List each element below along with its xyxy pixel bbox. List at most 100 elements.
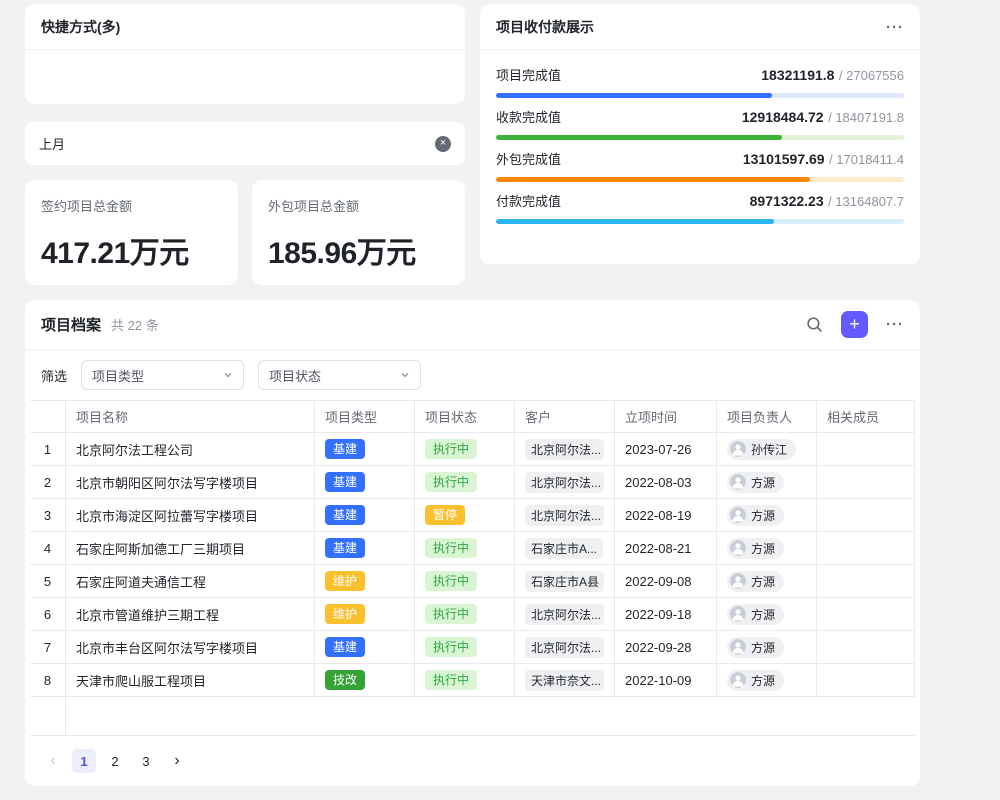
owner-cell[interactable]: 方源	[717, 631, 817, 664]
date-cell[interactable]: 2023-07-26	[615, 433, 717, 466]
table-row[interactable]: 2 北京市朝阳区阿尔法写字楼项目 基建 执行中 北京阿尔法... 2022-08…	[30, 466, 915, 499]
table-row[interactable]: 7 北京市丰台区阿尔法写字楼项目 基建 执行中 北京阿尔法... 2022-09…	[30, 631, 915, 664]
progress-label: 外包完成值	[496, 149, 561, 168]
project-type-cell[interactable]: 技改	[315, 664, 415, 697]
project-status-cell[interactable]: 执行中	[415, 664, 515, 697]
project-status-cell[interactable]: 执行中	[415, 598, 515, 631]
date-filter-bar[interactable]: 上月 ×	[25, 122, 465, 165]
empty-row[interactable]	[30, 697, 915, 736]
members-cell[interactable]	[817, 532, 915, 565]
customer-cell[interactable]: 石家庄市A县	[515, 565, 615, 598]
date-cell[interactable]: 2022-09-18	[615, 598, 717, 631]
customer-chip: 石家庄市A...	[525, 538, 603, 559]
project-name-cell[interactable]: 北京阿尔法工程公司	[66, 433, 315, 466]
progress-label: 收款完成值	[496, 107, 561, 126]
table-row[interactable]: 5 石家庄阿道夫通信工程 维护 执行中 石家庄市A县 2022-09-08 方源	[30, 565, 915, 598]
date-cell[interactable]: 2022-09-28	[615, 631, 717, 664]
shortcuts-title: 快捷方式(多)	[41, 17, 120, 37]
progress-track	[496, 219, 904, 224]
pagination-prev-icon[interactable]: ‹	[41, 749, 65, 773]
status-badge: 执行中	[425, 538, 477, 558]
search-icon[interactable]	[806, 316, 823, 333]
owner-cell[interactable]: 方源	[717, 499, 817, 532]
progress-value: 8971322.23	[750, 193, 824, 209]
project-name-cell[interactable]: 北京市丰台区阿尔法写字楼项目	[66, 631, 315, 664]
project-status-cell[interactable]: 执行中	[415, 532, 515, 565]
customer-cell[interactable]: 北京阿尔法...	[515, 631, 615, 664]
page-button-2[interactable]: 2	[103, 749, 127, 773]
progress-fill	[496, 177, 810, 182]
customer-cell[interactable]: 天津市奈文...	[515, 664, 615, 697]
progress-track	[496, 177, 904, 182]
row-index: 4	[30, 532, 66, 565]
members-cell[interactable]	[817, 433, 915, 466]
page-button-3[interactable]: 3	[134, 749, 158, 773]
customer-cell[interactable]: 石家庄市A...	[515, 532, 615, 565]
table-row[interactable]: 6 北京市管道维护三期工程 维护 执行中 北京阿尔法... 2022-09-18…	[30, 598, 915, 631]
project-type-cell[interactable]: 维护	[315, 598, 415, 631]
project-type-cell[interactable]: 基建	[315, 532, 415, 565]
customer-cell[interactable]: 北京阿尔法...	[515, 499, 615, 532]
date-cell[interactable]: 2022-10-09	[615, 664, 717, 697]
filter-project-type-dropdown[interactable]: 项目类型	[81, 360, 244, 390]
date-cell[interactable]: 2022-08-21	[615, 532, 717, 565]
pagination-next-icon[interactable]: ›	[165, 749, 189, 773]
table-row[interactable]: 3 北京市海淀区阿拉蕾写字楼项目 基建 暂停 北京阿尔法... 2022-08-…	[30, 499, 915, 532]
project-type-cell[interactable]: 基建	[315, 499, 415, 532]
owner-cell[interactable]: 方源	[717, 532, 817, 565]
filter-project-status-dropdown[interactable]: 项目状态	[258, 360, 421, 390]
owner-cell[interactable]: 孙传江	[717, 433, 817, 466]
owner-cell[interactable]: 方源	[717, 565, 817, 598]
project-name-cell[interactable]: 石家庄阿斯加德工厂三期项目	[66, 532, 315, 565]
date-cell[interactable]: 2022-08-03	[615, 466, 717, 499]
col-owner[interactable]: 项目负责人	[717, 401, 817, 433]
project-name-cell[interactable]: 北京市朝阳区阿尔法写字楼项目	[66, 466, 315, 499]
col-project-status[interactable]: 项目状态	[415, 401, 515, 433]
members-cell[interactable]	[817, 631, 915, 664]
col-members[interactable]: 相关成员	[817, 401, 915, 433]
progress-value: 12918484.72	[742, 109, 824, 125]
project-status-cell[interactable]: 暂停	[415, 499, 515, 532]
members-cell[interactable]	[817, 466, 915, 499]
more-menu-icon[interactable]: ···	[886, 316, 904, 333]
page-button-1[interactable]: 1	[72, 749, 96, 773]
project-status-cell[interactable]: 执行中	[415, 565, 515, 598]
table-row[interactable]: 4 石家庄阿斯加德工厂三期项目 基建 执行中 石家庄市A... 2022-08-…	[30, 532, 915, 565]
project-type-cell[interactable]: 基建	[315, 631, 415, 664]
col-customer[interactable]: 客户	[515, 401, 615, 433]
members-cell[interactable]	[817, 499, 915, 532]
project-type-cell[interactable]: 维护	[315, 565, 415, 598]
customer-cell[interactable]: 北京阿尔法...	[515, 598, 615, 631]
project-type-cell[interactable]: 基建	[315, 433, 415, 466]
col-project-name[interactable]: 项目名称	[66, 401, 315, 433]
members-cell[interactable]	[817, 664, 915, 697]
add-record-button[interactable]: +	[841, 311, 868, 338]
table-row[interactable]: 1 北京阿尔法工程公司 基建 执行中 北京阿尔法... 2023-07-26 孙…	[30, 433, 915, 466]
members-cell[interactable]	[817, 565, 915, 598]
project-status-cell[interactable]: 执行中	[415, 433, 515, 466]
date-cell[interactable]: 2022-09-08	[615, 565, 717, 598]
customer-cell[interactable]: 北京阿尔法...	[515, 466, 615, 499]
col-date[interactable]: 立项时间	[615, 401, 717, 433]
members-cell[interactable]	[817, 598, 915, 631]
col-project-type[interactable]: 项目类型	[315, 401, 415, 433]
date-cell[interactable]: 2022-08-19	[615, 499, 717, 532]
owner-cell[interactable]: 方源	[717, 466, 817, 499]
payments-body: 项目完成值 18321191.8 / 27067556 收款完成值 129184…	[480, 50, 920, 224]
project-name-cell[interactable]: 石家庄阿道夫通信工程	[66, 565, 315, 598]
row-index: 6	[30, 598, 66, 631]
owner-cell[interactable]: 方源	[717, 598, 817, 631]
owner-cell[interactable]: 方源	[717, 664, 817, 697]
owner-pill: 方源	[727, 604, 784, 625]
more-menu-icon[interactable]: ···	[886, 19, 904, 36]
project-type-cell[interactable]: 基建	[315, 466, 415, 499]
project-status-cell[interactable]: 执行中	[415, 631, 515, 664]
project-name-cell[interactable]: 天津市爬山服工程项目	[66, 664, 315, 697]
project-name-cell[interactable]: 北京市海淀区阿拉蕾写字楼项目	[66, 499, 315, 532]
type-badge: 基建	[325, 505, 365, 525]
customer-cell[interactable]: 北京阿尔法...	[515, 433, 615, 466]
clear-filter-icon[interactable]: ×	[435, 136, 451, 152]
project-name-cell[interactable]: 北京市管道维护三期工程	[66, 598, 315, 631]
project-status-cell[interactable]: 执行中	[415, 466, 515, 499]
table-row[interactable]: 8 天津市爬山服工程项目 技改 执行中 天津市奈文... 2022-10-09 …	[30, 664, 915, 697]
